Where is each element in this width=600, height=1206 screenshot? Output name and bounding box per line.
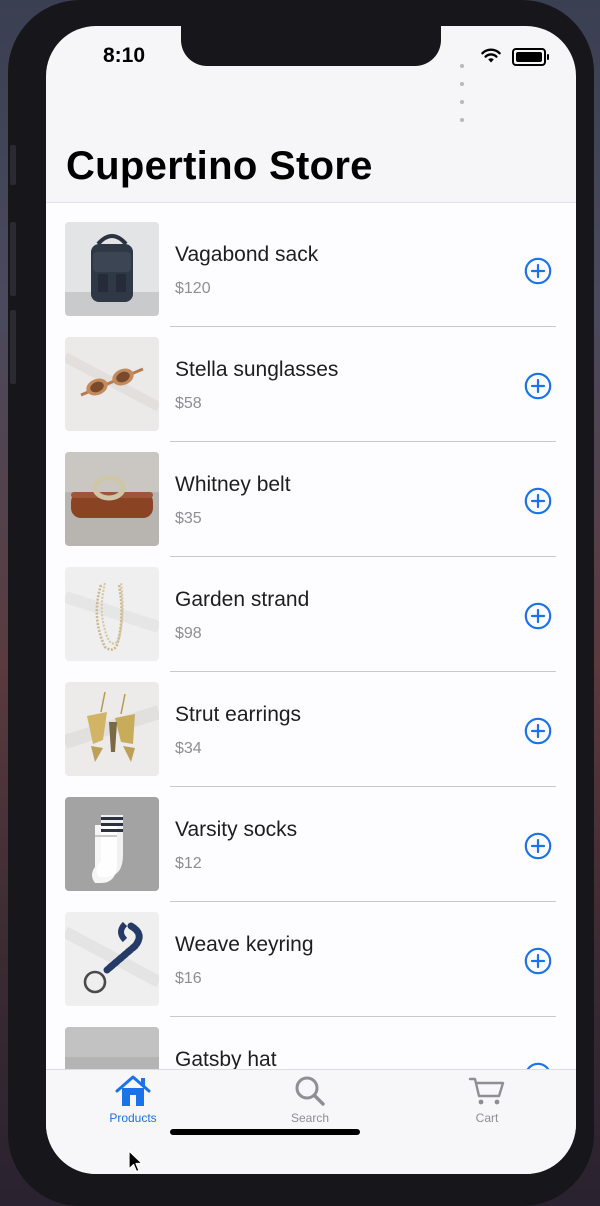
- add-to-cart-icon[interactable]: [524, 487, 552, 515]
- product-price: $58: [175, 395, 202, 412]
- backpack-photo: [65, 222, 159, 316]
- product-row-strut-earrings[interactable]: Strut earrings $34: [46, 663, 576, 787]
- product-name: Varsity socks: [175, 818, 298, 841]
- product-row-varsity-socks[interactable]: Varsity socks $12: [46, 778, 576, 902]
- add-to-cart-icon[interactable]: [524, 372, 552, 400]
- earrings-photo: [65, 682, 159, 776]
- battery-icon: [512, 48, 549, 66]
- add-to-cart-icon[interactable]: [524, 257, 552, 285]
- product-row-garden-strand[interactable]: Garden strand $98: [46, 548, 576, 672]
- product-name: Garden strand: [175, 588, 310, 611]
- add-to-cart-icon[interactable]: [524, 602, 552, 630]
- home-indicator[interactable]: [170, 1129, 360, 1135]
- hat-photo: [65, 1027, 159, 1070]
- product-row-vagabond-sack[interactable]: Vagabond sack $120: [46, 203, 576, 327]
- tab-search[interactable]: Search: [250, 1074, 370, 1125]
- product-price: $120: [175, 280, 211, 297]
- product-price: $35: [175, 510, 202, 527]
- tab-products[interactable]: Products: [73, 1074, 193, 1125]
- product-price: $12: [175, 855, 202, 872]
- wifi-icon: [481, 48, 501, 63]
- page-title: Cupertino Store: [66, 144, 373, 188]
- tab-label: Products: [109, 1111, 157, 1125]
- status-time: 8:10: [102, 44, 146, 67]
- device-notch: [181, 26, 441, 66]
- tab-bar: Products Search Cart: [46, 1069, 576, 1174]
- tab-label: Cart: [475, 1111, 499, 1125]
- volume-up-button: [10, 222, 16, 296]
- volume-down-button: [10, 310, 16, 384]
- phone-frame: 8:10 Cupertino Store Vagabond sack $120 …: [8, 0, 594, 1206]
- product-list[interactable]: Vagabond sack $120 Stella sunglasses $58…: [46, 203, 576, 1070]
- product-row-whitney-belt[interactable]: Whitney belt $35: [46, 433, 576, 557]
- mouse-cursor-icon: [128, 1150, 143, 1173]
- product-name: Gatsby hat: [175, 1048, 277, 1070]
- product-row-stella-sunglasses[interactable]: Stella sunglasses $58: [46, 318, 576, 442]
- socks-photo: [65, 797, 159, 891]
- product-name: Vagabond sack: [175, 243, 319, 266]
- cart-icon: [468, 1077, 505, 1105]
- keyring-photo: [65, 912, 159, 1006]
- product-name: Weave keyring: [175, 933, 314, 956]
- add-to-cart-icon[interactable]: [524, 717, 552, 745]
- add-to-cart-icon[interactable]: [524, 947, 552, 975]
- sunglasses-photo: [65, 337, 159, 431]
- product-name: Whitney belt: [175, 473, 291, 496]
- belt-photo: [65, 452, 159, 546]
- tab-cart[interactable]: Cart: [427, 1074, 547, 1125]
- product-name: Strut earrings: [175, 703, 302, 726]
- cellular-signal-icon: [460, 55, 466, 127]
- product-price: $16: [175, 970, 202, 987]
- product-row-gatsby-hat[interactable]: Gatsby hat: [46, 1008, 576, 1070]
- tab-label: Search: [290, 1111, 330, 1125]
- product-price: $34: [175, 740, 202, 757]
- product-price: $98: [175, 625, 202, 642]
- necklace-photo: [65, 567, 159, 661]
- app-screen: 8:10 Cupertino Store Vagabond sack $120 …: [46, 26, 576, 1174]
- search-icon: [295, 1076, 325, 1106]
- add-to-cart-icon[interactable]: [524, 832, 552, 860]
- product-row-weave-keyring[interactable]: Weave keyring $16: [46, 893, 576, 1017]
- product-name: Stella sunglasses: [175, 358, 339, 381]
- home-icon: [115, 1075, 151, 1106]
- mute-switch: [10, 145, 16, 185]
